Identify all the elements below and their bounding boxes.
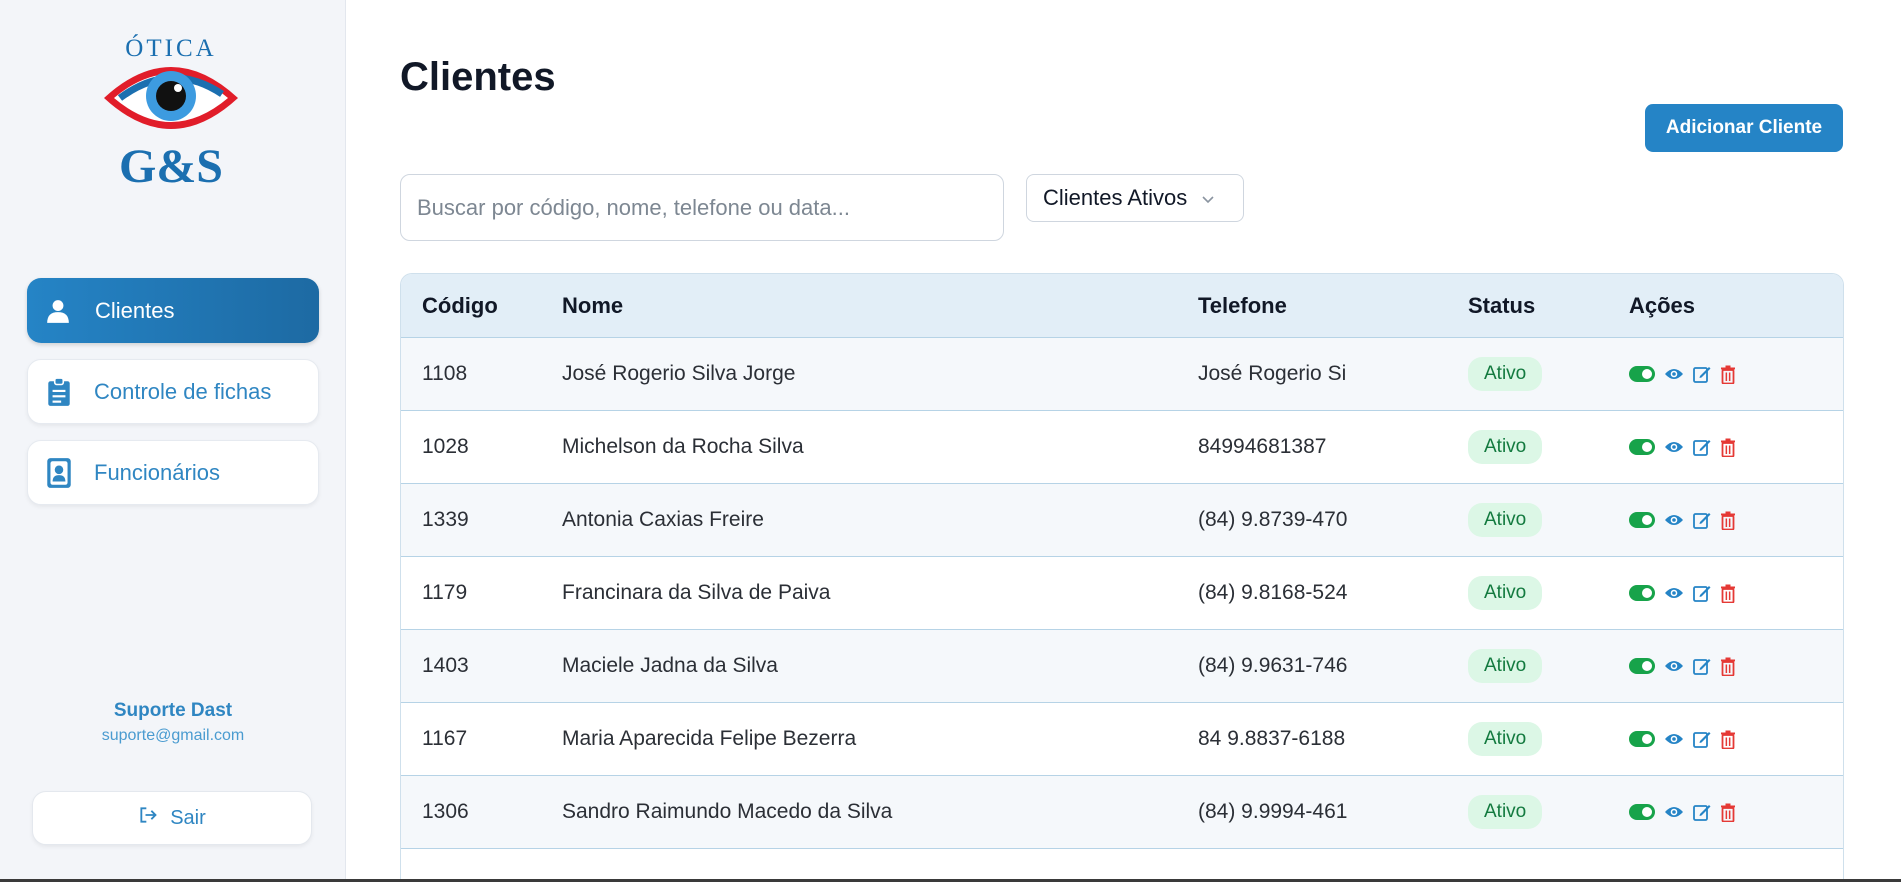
user-icon [43, 296, 73, 326]
status-badge: Ativo [1468, 649, 1543, 683]
cell-phone: (84) 9.8739-470 [1198, 508, 1348, 531]
user-email: suporte@gmail.com [101, 727, 245, 744]
status-badge: Ativo [1468, 430, 1543, 464]
toggle-active-icon[interactable] [1629, 585, 1655, 601]
toggle-active-icon[interactable] [1629, 731, 1655, 747]
sidebar-item-clientes[interactable]: Clientes [27, 278, 319, 343]
cell-name: Michelson da Rocha Silva [562, 435, 804, 458]
sidebar-item-funcionarios[interactable]: Funcionários [27, 440, 319, 505]
filter-value: Clientes Ativos [1043, 185, 1188, 210]
toggle-active-icon[interactable] [1629, 366, 1655, 382]
edit-icon[interactable] [1693, 657, 1711, 675]
delete-icon[interactable] [1720, 803, 1736, 822]
column-header-codigo[interactable]: Código [401, 293, 562, 319]
column-header-status[interactable]: Status [1468, 293, 1629, 319]
toggle-active-icon[interactable] [1629, 512, 1655, 528]
cell-code: 1028 [422, 435, 469, 458]
cell-name: Maciele Jadna da Silva [562, 654, 778, 677]
cell-name: José Rogerio Silva Jorge [562, 362, 796, 385]
cell-phone: (84) 9.9631-746 [1198, 654, 1348, 677]
sidebar: ÓTICA G&S Clientes Controle de fichas Fu… [0, 0, 346, 882]
table-header: Código Nome Telefone Status Ações [401, 274, 1843, 338]
cell-code: 1167 [422, 727, 468, 750]
search-input[interactable] [400, 174, 1004, 241]
table-row[interactable]: 1108 José Rogerio Silva Jorge José Roger… [401, 338, 1843, 411]
table-row-partial[interactable] [401, 849, 1843, 882]
status-badge: Ativo [1468, 722, 1543, 756]
sidebar-item-controle-de-fichas[interactable]: Controle de fichas [27, 359, 319, 424]
delete-icon[interactable] [1720, 365, 1736, 384]
status-badge: Ativo [1468, 576, 1543, 610]
edit-icon[interactable] [1693, 803, 1711, 821]
toggle-active-icon[interactable] [1629, 439, 1655, 455]
delete-icon[interactable] [1720, 730, 1736, 749]
edit-icon[interactable] [1693, 730, 1711, 748]
delete-icon[interactable] [1720, 584, 1736, 603]
delete-icon[interactable] [1720, 511, 1736, 530]
cell-code: 1339 [422, 508, 469, 531]
status-badge: Ativo [1468, 357, 1543, 391]
view-icon[interactable] [1664, 513, 1684, 527]
delete-icon[interactable] [1720, 657, 1736, 676]
logout-label: Sair [170, 806, 206, 829]
column-header-telefone[interactable]: Telefone [1198, 293, 1468, 319]
badge-icon [44, 457, 74, 488]
table-row[interactable]: 1179 Francinara da Silva de Paiva (84) 9… [401, 557, 1843, 630]
table-row[interactable]: 1306 Sandro Raimundo Macedo da Silva (84… [401, 776, 1843, 849]
toggle-active-icon[interactable] [1629, 804, 1655, 820]
table-row[interactable]: 1167 Maria Aparecida Felipe Bezerra 84 9… [401, 703, 1843, 776]
add-client-button[interactable]: Adicionar Cliente [1645, 104, 1843, 152]
sidebar-item-label: Clientes [95, 297, 175, 323]
cell-phone: 84 9.8837-6188 [1198, 727, 1346, 750]
cell-code: 1179 [422, 581, 468, 604]
cell-code: 1403 [422, 654, 469, 677]
cell-name: Sandro Raimundo Macedo da Silva [562, 800, 893, 823]
logout-icon [138, 805, 158, 831]
view-icon[interactable] [1664, 659, 1684, 673]
page-title: Clientes [400, 55, 556, 99]
status-badge: Ativo [1468, 503, 1543, 537]
cell-code: 1108 [422, 362, 468, 385]
view-icon[interactable] [1664, 367, 1684, 381]
user-name: Suporte Dast [113, 700, 233, 721]
table-row[interactable]: 1339 Antonia Caxias Freire (84) 9.8739-4… [401, 484, 1843, 557]
sidebar-item-label: Funcionários [94, 459, 220, 485]
column-header-nome[interactable]: Nome [562, 293, 1198, 319]
edit-icon[interactable] [1693, 438, 1711, 456]
edit-icon[interactable] [1693, 365, 1711, 383]
sidebar-nav: Clientes Controle de fichas Funcionários [27, 278, 319, 521]
company-logo: ÓTICA G&S [96, 30, 246, 193]
svg-text:G&S: G&S [119, 140, 223, 190]
view-icon[interactable] [1664, 732, 1684, 746]
cell-phone: (84) 9.8168-524 [1198, 581, 1348, 604]
app-window: ÓTICA G&S Clientes Controle de fichas Fu… [0, 0, 1901, 882]
edit-icon[interactable] [1693, 584, 1711, 602]
status-filter-select[interactable]: Clientes Ativos [1026, 174, 1244, 222]
view-icon[interactable] [1664, 586, 1684, 600]
view-icon[interactable] [1664, 440, 1684, 454]
sidebar-item-label: Controle de fichas [94, 378, 272, 404]
cell-phone: 84994681387 [1198, 435, 1327, 458]
cell-name: Antonia Caxias Freire [562, 508, 764, 531]
table-row[interactable]: 1403 Maciele Jadna da Silva (84) 9.9631-… [401, 630, 1843, 703]
chevron-down-icon [1201, 185, 1215, 211]
cell-name: Maria Aparecida Felipe Bezerra [562, 727, 857, 750]
clients-table: Código Nome Telefone Status Ações 1108 J… [400, 273, 1844, 882]
clipboard-icon [44, 376, 74, 407]
cell-code: 1306 [422, 800, 469, 823]
cell-phone: José Rogerio Si [1198, 362, 1347, 385]
delete-icon[interactable] [1720, 438, 1736, 457]
column-header-acoes: Ações [1629, 292, 1696, 318]
cell-phone: (84) 9.9994-461 [1198, 800, 1348, 823]
view-icon[interactable] [1664, 805, 1684, 819]
svg-text:ÓTICA: ÓTICA [125, 34, 216, 62]
toggle-active-icon[interactable] [1629, 658, 1655, 674]
edit-icon[interactable] [1693, 511, 1711, 529]
logout-button[interactable]: Sair [32, 791, 312, 845]
cell-name: Francinara da Silva de Paiva [562, 581, 831, 604]
table-row[interactable]: 1028 Michelson da Rocha Silva 8499468138… [401, 411, 1843, 484]
status-badge: Ativo [1468, 795, 1543, 829]
